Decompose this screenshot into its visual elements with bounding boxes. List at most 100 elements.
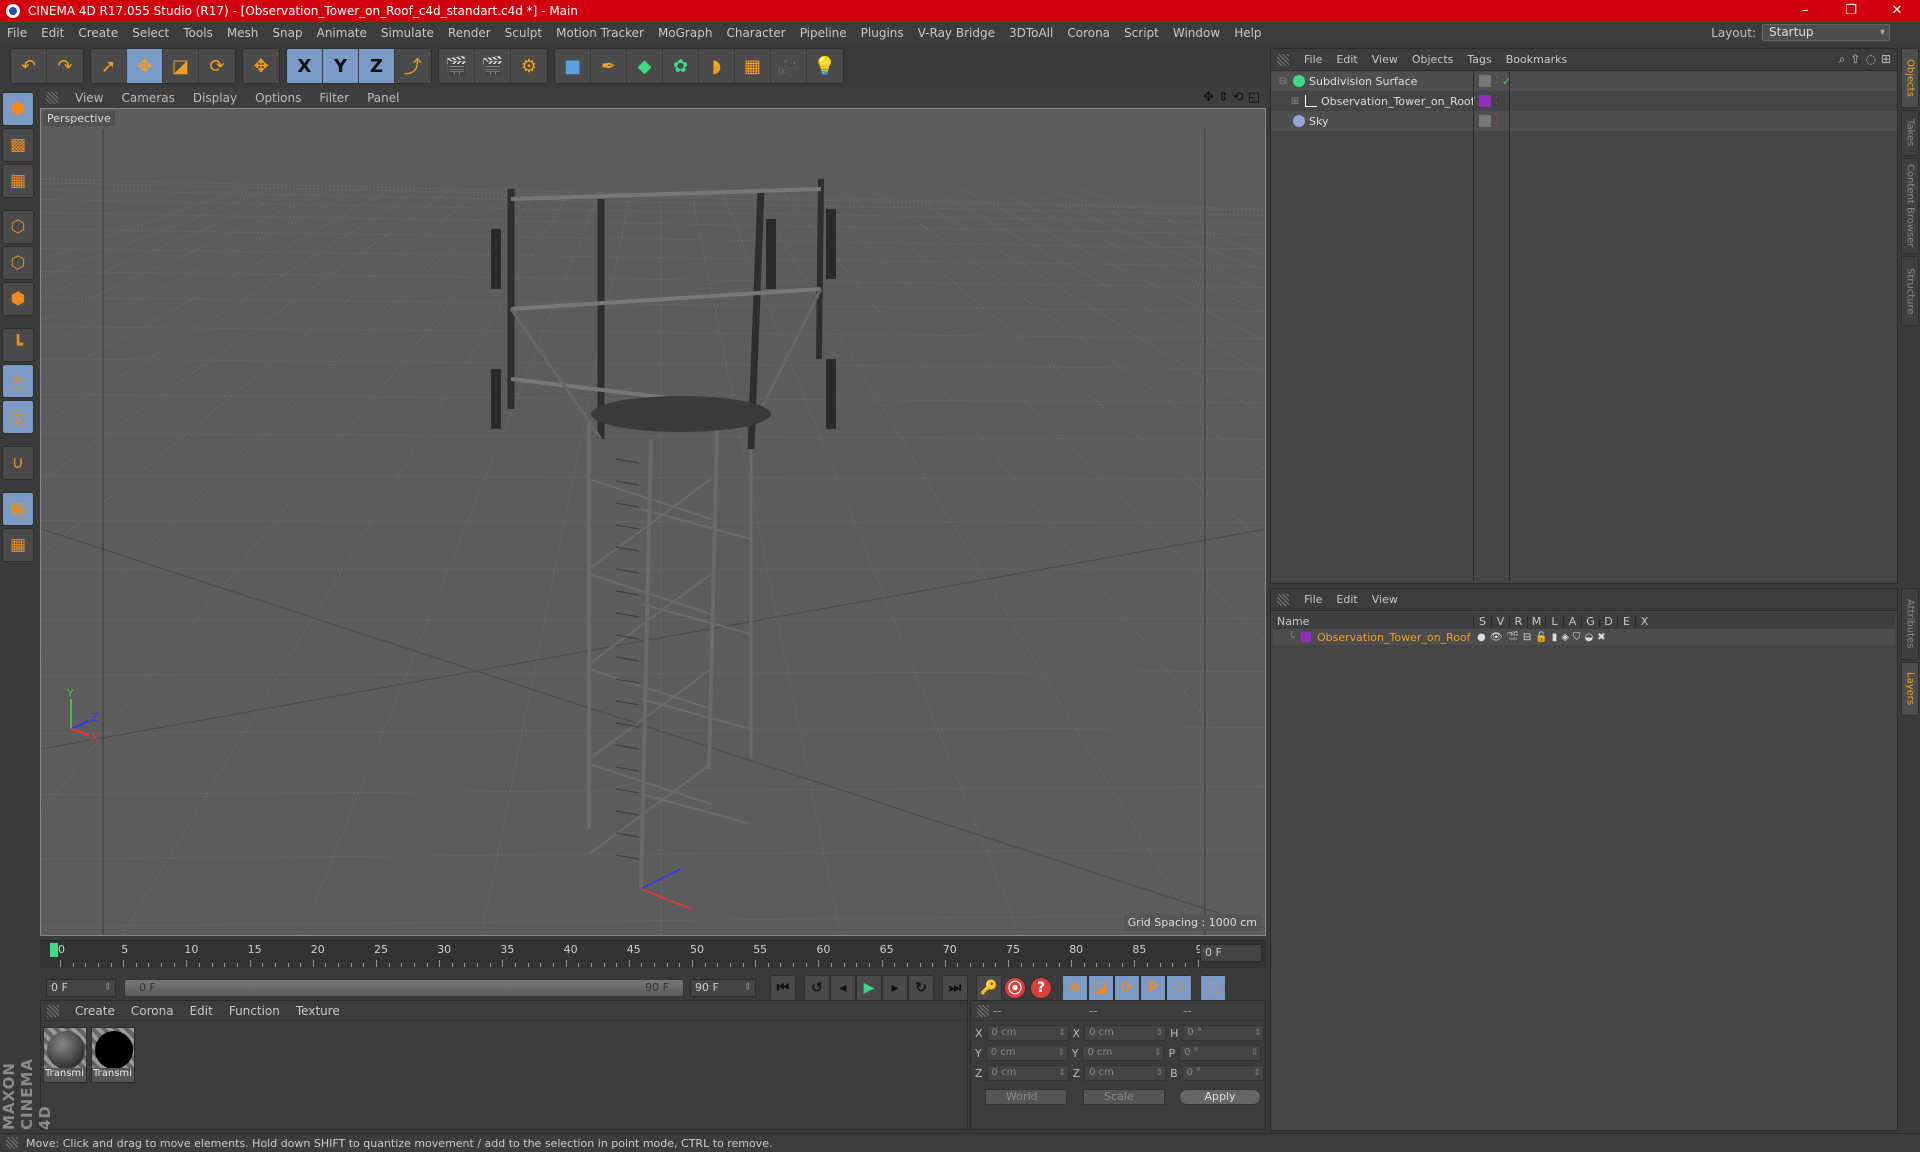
move-view-icon[interactable]: ✥	[1203, 90, 1214, 105]
key-rotation-button[interactable]: ⟳	[1114, 975, 1140, 1001]
next-frame-button[interactable]: ▸	[882, 975, 908, 1001]
layer-menu-file[interactable]: File	[1297, 593, 1329, 606]
visibility-dots[interactable]: ⁚	[1495, 116, 1498, 126]
layout-dropdown[interactable]: Startup	[1762, 24, 1890, 41]
layer-row[interactable]: └ Observation_Tower_on_Roof ● 👁 🎬 ⊟ 🔓 ▮ …	[1273, 629, 1895, 645]
workplane-mode-icon[interactable]: ▦	[2, 164, 34, 198]
menu-pipeline[interactable]: Pipeline	[793, 26, 854, 40]
render-settings-icon[interactable]: ⚙	[511, 49, 547, 83]
layer-column-m[interactable]: M	[1527, 614, 1545, 628]
frame-range-slider[interactable]: 0 F 90 F	[124, 979, 684, 997]
side-tab-attributes[interactable]: Attributes	[1901, 588, 1919, 660]
menu-motion-tracker[interactable]: Motion Tracker	[549, 26, 651, 40]
material-swatch[interactable]: Transmi	[91, 1027, 135, 1083]
deformer-icon[interactable]: ◗	[699, 49, 735, 83]
layer-menu-edit[interactable]: Edit	[1329, 593, 1364, 606]
layer-color-swatch[interactable]	[1479, 75, 1491, 87]
position-z-field[interactable]: 0 cm	[986, 1065, 1069, 1081]
lock-toggle-icon[interactable]: 🔓	[1535, 632, 1547, 643]
material-menu-texture[interactable]: Texture	[288, 1004, 348, 1018]
render-view-icon[interactable]: 🎬	[439, 49, 475, 83]
select-cursor-icon[interactable]: ➚	[91, 49, 127, 83]
layer-column-l[interactable]: L	[1545, 614, 1563, 628]
layer-column-r[interactable]: R	[1509, 614, 1527, 628]
object-menu-edit[interactable]: Edit	[1329, 53, 1364, 66]
menu-sculpt[interactable]: Sculpt	[498, 26, 549, 40]
visibility-dots[interactable]: ⁚	[1495, 76, 1498, 86]
current-frame-field[interactable]: 0 F	[1200, 944, 1262, 962]
prev-frame-button[interactable]: ◂	[830, 975, 856, 1001]
layer-column-x[interactable]: X	[1635, 614, 1653, 628]
move-icon[interactable]: ✥	[127, 49, 163, 83]
size-mode-dropdown[interactable]: Scale	[1083, 1089, 1165, 1105]
side-tab-structure[interactable]: Structure	[1901, 256, 1919, 326]
move-alt-icon[interactable]: ✥	[243, 49, 279, 83]
texture-mode-icon[interactable]: ▩	[2, 128, 34, 162]
visible-toggle-icon[interactable]: 👁	[1490, 632, 1503, 643]
side-tab-layers[interactable]: Layers	[1901, 662, 1919, 716]
layer-column-name[interactable]: Name	[1273, 615, 1473, 628]
size-x-field[interactable]: 0 cm	[1084, 1025, 1167, 1041]
restore-button[interactable]: ❐	[1828, 0, 1874, 22]
workplane-lock-icon[interactable]: ▦	[2, 492, 34, 526]
menu-file[interactable]: File	[0, 26, 34, 40]
layer-column-v[interactable]: V	[1491, 614, 1509, 628]
object-name[interactable]: Sky	[1309, 115, 1479, 128]
dolly-view-icon[interactable]: ⇕	[1218, 90, 1229, 105]
position-x-field[interactable]: 0 cm	[986, 1025, 1069, 1041]
size-z-field[interactable]: 0 cm	[1084, 1065, 1167, 1081]
layer-column-g[interactable]: G	[1581, 614, 1599, 628]
object-row[interactable]: ⊞ Observation_Tower_on_Roof ⁚	[1271, 91, 1897, 111]
model-mode-icon[interactable]: ⬢	[2, 92, 34, 126]
timeline-ruler[interactable]: 051015202530354045505560657075808590 0 F	[40, 940, 1266, 968]
material-menu-edit[interactable]: Edit	[182, 1004, 221, 1018]
panel-grip-icon[interactable]	[977, 1004, 989, 1017]
axis-mode-icon[interactable]: ┗	[2, 328, 34, 362]
viewport-menu-cameras[interactable]: Cameras	[112, 91, 183, 105]
material-swatch[interactable]: Transmi	[43, 1027, 87, 1083]
object-row[interactable]: ⊟ Subdivision Surface ⁚ ✓	[1271, 71, 1897, 91]
menu-v-ray-bridge[interactable]: V-Ray Bridge	[911, 26, 1002, 40]
floor-icon[interactable]: ▦	[735, 49, 771, 83]
object-menu-tags[interactable]: Tags	[1460, 53, 1498, 66]
layer-menu-view[interactable]: View	[1365, 593, 1405, 606]
viewport-menu-view[interactable]: View	[66, 91, 112, 105]
rotation-p-field[interactable]: 0 °	[1179, 1045, 1262, 1061]
home-up-icon[interactable]: ⇧	[1850, 52, 1860, 67]
z-axis-icon[interactable]: Z	[359, 49, 395, 83]
material-menu-corona[interactable]: Corona	[123, 1004, 182, 1018]
workplane-align-icon[interactable]: ▦	[2, 528, 34, 562]
viewport-menu-filter[interactable]: Filter	[310, 91, 358, 105]
menu-character[interactable]: Character	[719, 26, 792, 40]
panel-grip-icon[interactable]	[46, 92, 58, 104]
menu-animate[interactable]: Animate	[310, 26, 374, 40]
auto-keyframe-button[interactable]: ⦿	[1004, 977, 1026, 999]
coordinate-mode-dropdown[interactable]: World	[985, 1089, 1067, 1105]
menu-tools[interactable]: Tools	[176, 26, 220, 40]
redo-icon[interactable]: ↷	[47, 49, 83, 83]
manager-toggle-icon[interactable]: ⊟	[1523, 632, 1531, 643]
cube-icon[interactable]: ■	[555, 49, 591, 83]
layer-column-d[interactable]: D	[1599, 614, 1617, 628]
rotation-h-field[interactable]: 0 °	[1182, 1025, 1265, 1041]
menu-select[interactable]: Select	[125, 26, 176, 40]
menu-corona[interactable]: Corona	[1060, 26, 1117, 40]
rotate-view-icon[interactable]: ⟲	[1233, 90, 1244, 105]
end-frame-field[interactable]: 90 F	[690, 979, 756, 997]
toggle-view-icon[interactable]: ◌	[1865, 52, 1875, 67]
snap-magnet-icon[interactable]: ∪	[2, 446, 34, 480]
key-pla-button[interactable]: ⁘	[1166, 975, 1192, 1001]
expression-toggle-icon[interactable]: ◒	[1584, 632, 1593, 643]
solo-icon[interactable]: Ⓢ	[2, 400, 34, 434]
object-name[interactable]: Observation_Tower_on_Roof	[1321, 95, 1479, 108]
timeline-window-button[interactable]: ▤	[1200, 975, 1226, 1001]
panel-grip-icon[interactable]	[47, 1004, 59, 1017]
points-mode-icon[interactable]: ⬡	[2, 210, 34, 244]
scale-icon[interactable]: ◪	[163, 49, 199, 83]
key-param-button[interactable]: P	[1140, 975, 1166, 1001]
scene-canvas[interactable]: X Y Z	[41, 109, 1266, 936]
key-position-button[interactable]: ✥	[1062, 975, 1088, 1001]
pen-spline-icon[interactable]: ✒	[591, 49, 627, 83]
menu-window[interactable]: Window	[1166, 26, 1227, 40]
panel-grip-icon[interactable]	[1277, 593, 1289, 606]
